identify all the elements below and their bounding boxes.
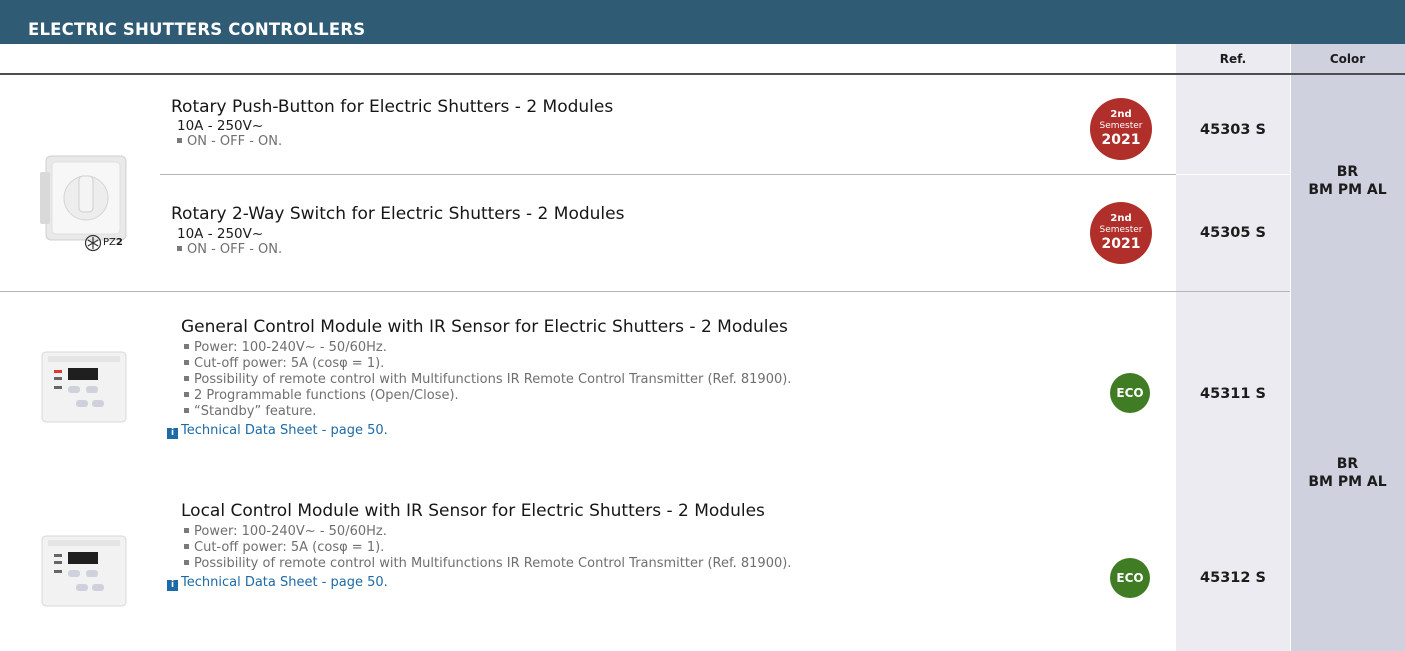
datasheet-link[interactable]: i Technical Data Sheet - page 50. (167, 423, 388, 439)
product-title: Rotary 2-Way Switch for Electric Shutter… (171, 204, 625, 224)
row-divider (160, 174, 1176, 175)
product-title: Rotary Push-Button for Electric Shutters… (171, 97, 614, 117)
ref-number: 45303 S (1200, 122, 1266, 138)
product-bullet: ON - OFF - ON. (177, 242, 282, 258)
semester-badge: 2nd Semester 2021 (1090, 98, 1152, 160)
control-module-image (41, 535, 127, 607)
product-bullet: Cut-off power: 5A (cosφ = 1). (184, 356, 384, 372)
color-column-header: Color (1329, 52, 1366, 66)
eco-badge: ECO (1110, 373, 1150, 413)
section-title: ELECTRIC SHUTTERS CONTROLLERS (28, 20, 366, 39)
product-bullet: ON - OFF - ON. (177, 134, 282, 150)
product-bullet: Power: 100-240V~ - 50/60Hz. (184, 524, 387, 540)
color-codes: BR BM PM AL (1308, 164, 1387, 198)
datasheet-link[interactable]: i Technical Data Sheet - page 50. (167, 575, 388, 591)
product-title: Local Control Module with IR Sensor for … (181, 501, 765, 521)
product-bullet: 2 Programmable functions (Open/Close). (184, 388, 459, 404)
control-module-image (41, 351, 127, 423)
color-column (1290, 44, 1405, 651)
product-bullet: Cut-off power: 5A (cosφ = 1). (184, 540, 384, 556)
info-icon: i (167, 580, 178, 591)
column-separator (1290, 44, 1291, 651)
group-divider (0, 291, 1290, 292)
snowflake-icon (84, 234, 102, 252)
eco-badge: ECO (1110, 558, 1150, 598)
screw-type-label: PZ2 (103, 237, 123, 248)
ref-column-header: Ref. (1219, 52, 1247, 66)
row-divider (1176, 174, 1290, 175)
product-bullet: “Standby” feature. (184, 404, 316, 420)
semester-badge: 2nd Semester 2021 (1090, 202, 1152, 264)
ref-number: 45312 S (1200, 570, 1266, 586)
product-title: General Control Module with IR Sensor fo… (181, 317, 788, 337)
info-icon: i (167, 428, 178, 439)
ref-number: 45311 S (1200, 386, 1266, 402)
product-bullet: Possibility of remote control with Multi… (184, 556, 791, 572)
product-bullet: Power: 100-240V~ - 50/60Hz. (184, 340, 387, 356)
product-spec: 10A - 250V~ (177, 226, 264, 242)
product-bullet: Possibility of remote control with Multi… (184, 372, 791, 388)
ref-number: 45305 S (1200, 225, 1266, 241)
header-rule (0, 73, 1405, 75)
product-spec: 10A - 250V~ (177, 118, 264, 134)
color-codes: BR BM PM AL (1308, 456, 1387, 490)
